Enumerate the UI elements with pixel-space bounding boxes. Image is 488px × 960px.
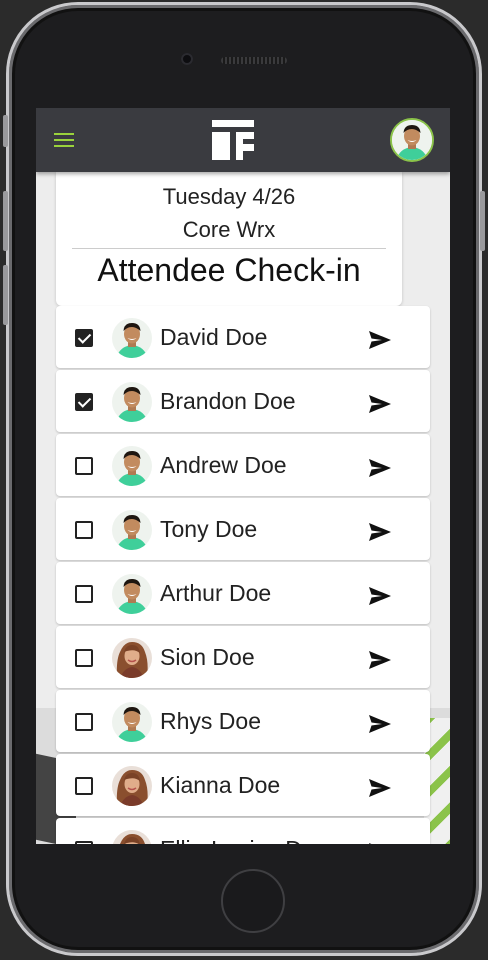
mute-switch [3,115,8,147]
attendee-avatar [112,766,152,806]
user-avatar[interactable] [390,118,434,162]
attendee-row[interactable]: Arthur Doe [56,562,430,624]
send-icon[interactable] [368,714,392,734]
check-in-checkbox[interactable] [75,521,93,539]
check-in-checkbox[interactable] [75,585,93,603]
screen: TF Tuesday 4/26 Core Wrx Attendee Check-… [36,108,450,844]
send-icon[interactable] [368,330,392,350]
app-logo: TF [212,120,254,160]
attendee-name: Tony Doe [160,516,258,542]
attendee-avatar [112,446,152,486]
check-in-checkbox[interactable] [75,713,93,731]
check-in-checkbox[interactable] [75,841,93,844]
attendee-name: David Doe [160,324,268,350]
check-in-checkbox[interactable] [75,457,93,475]
attendee-name: Ellie-Louise Doe [160,836,327,844]
send-icon[interactable] [368,458,392,478]
check-in-checkbox[interactable] [75,649,93,667]
attendee-name: Brandon Doe [160,388,296,414]
send-icon[interactable] [368,522,392,542]
header-card: Tuesday 4/26 Core Wrx Attendee Check-in [56,172,402,306]
app-bar: TF [36,108,450,172]
attendee-avatar [112,382,152,422]
class-name: Core Wrx [182,217,276,242]
send-icon[interactable] [368,842,392,844]
attendee-row[interactable]: David Doe [56,306,430,368]
check-in-checkbox[interactable] [75,329,93,347]
attendee-row[interactable]: Rhys Doe [56,690,430,752]
send-icon[interactable] [368,394,392,414]
page-title: Attendee Check-in [97,252,361,288]
attendee-avatar [112,702,152,742]
volume-down-button [3,265,8,325]
send-icon[interactable] [368,778,392,798]
attendee-name: Andrew Doe [160,452,287,478]
speaker-grille [221,57,287,64]
attendee-name: Kianna Doe [160,772,281,798]
attendee-row[interactable]: Kianna Doe [56,754,430,816]
send-icon[interactable] [368,586,392,606]
attendee-row[interactable]: Andrew Doe [56,434,430,496]
volume-up-button [3,191,8,251]
divider [72,248,386,249]
hamburger-menu-icon[interactable] [54,133,74,147]
attendee-name: Rhys Doe [160,708,261,734]
power-button [480,191,485,251]
attendee-name: Sion Doe [160,644,255,670]
attendee-avatar [112,318,152,358]
check-in-checkbox[interactable] [75,393,93,411]
attendee-name: Arthur Doe [160,580,272,606]
attendee-row[interactable]: Tony Doe [56,498,430,560]
home-button[interactable] [221,869,285,933]
attendee-avatar [112,638,152,678]
check-in-checkbox[interactable] [75,777,93,795]
send-icon[interactable] [368,650,392,670]
class-date: Tuesday 4/26 [162,184,296,209]
attendee-row[interactable]: Sion Doe [56,626,430,688]
front-camera [181,53,193,65]
attendee-avatar [112,510,152,550]
attendee-avatar [112,574,152,614]
main-content: Tuesday 4/26 Core Wrx Attendee Check-in … [54,172,434,844]
attendee-row[interactable]: Ellie-Louise Doe [56,818,430,844]
attendee-row[interactable]: Brandon Doe [56,370,430,432]
attendee-avatar [112,830,152,844]
